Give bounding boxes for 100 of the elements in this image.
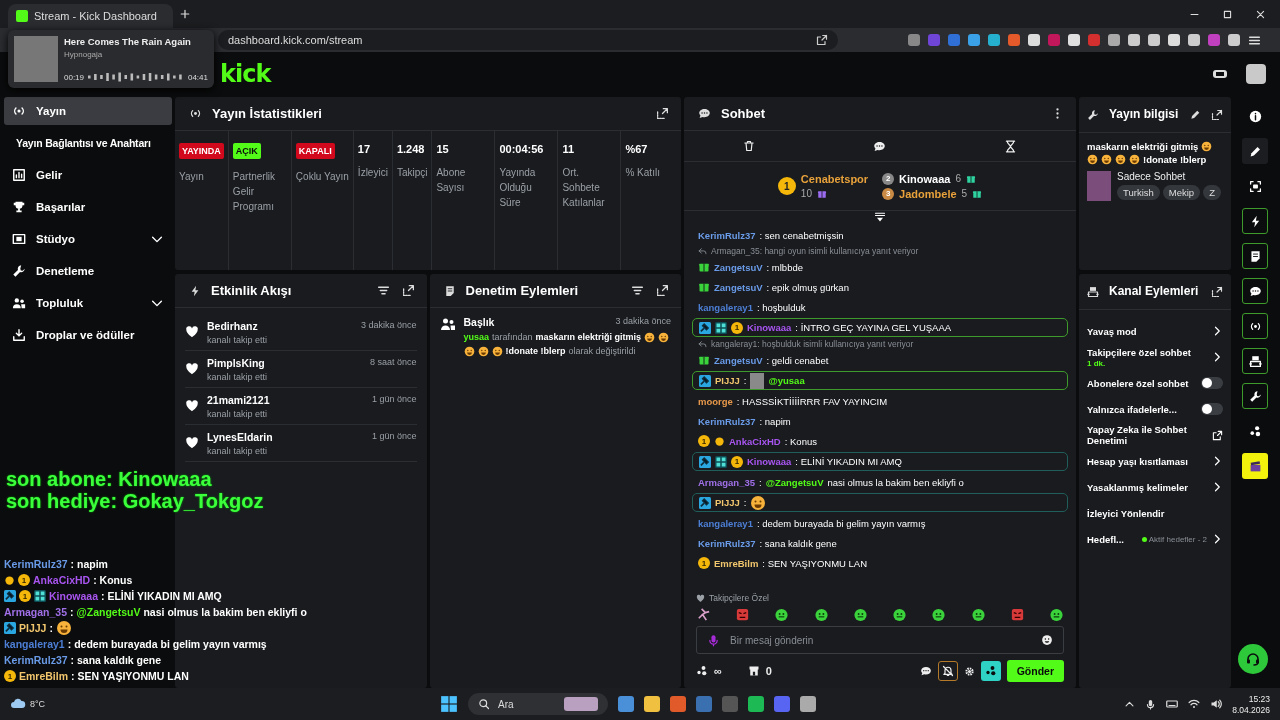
extension-icon[interactable] bbox=[1148, 34, 1160, 46]
rail-button[interactable] bbox=[1242, 383, 1268, 409]
extension-icon[interactable] bbox=[1228, 34, 1240, 46]
chat-username[interactable]: KerimRulz37 bbox=[4, 654, 68, 666]
rail-button[interactable] bbox=[1242, 243, 1268, 269]
channel-action[interactable]: Yavaş mod bbox=[1087, 318, 1223, 344]
sidebar-item[interactable]: Gelir bbox=[4, 161, 172, 189]
emote-icon[interactable] bbox=[1048, 607, 1064, 622]
chat-username[interactable]: KerimRulz37 bbox=[698, 229, 756, 241]
chat-username[interactable]: kangaleray1 bbox=[4, 638, 65, 650]
chat-username[interactable]: KerimRulz37 bbox=[698, 415, 756, 427]
rail-button[interactable] bbox=[1242, 208, 1268, 234]
user-avatar[interactable] bbox=[1246, 63, 1266, 84]
chat-username[interactable]: Armagan_35 bbox=[698, 476, 756, 488]
filter-icon[interactable] bbox=[631, 284, 644, 297]
chat-username[interactable]: kangaleray1 bbox=[698, 301, 753, 313]
emote-icon[interactable] bbox=[931, 607, 947, 622]
sidebar-item[interactable]: Droplar ve ödüller bbox=[4, 321, 172, 349]
sidebar-item[interactable]: Topluluk bbox=[4, 289, 172, 317]
extension-icon[interactable] bbox=[1068, 34, 1080, 46]
keyboard-icon[interactable] bbox=[1166, 698, 1179, 710]
new-tab-icon[interactable] bbox=[179, 8, 191, 20]
emote-icon[interactable] bbox=[696, 607, 711, 622]
channel-action[interactable]: Hedefl... Aktif hedefler - 2 bbox=[1087, 526, 1223, 552]
emote-icon[interactable] bbox=[1009, 607, 1025, 622]
expand-icon[interactable] bbox=[1211, 108, 1223, 121]
rail-button[interactable] bbox=[1242, 453, 1268, 479]
sidebar-item[interactable]: Stüdyo bbox=[4, 225, 172, 253]
chat-username[interactable]: moorge bbox=[698, 395, 733, 407]
expand-icon[interactable] bbox=[1211, 285, 1223, 298]
chat-username[interactable]: AnkaCixHD bbox=[729, 435, 781, 447]
extension-icon[interactable] bbox=[1128, 34, 1140, 46]
emote-icon[interactable] bbox=[735, 607, 751, 622]
wifi-icon[interactable] bbox=[1188, 698, 1201, 710]
settings-icon[interactable] bbox=[963, 665, 975, 677]
expand-icon[interactable] bbox=[401, 284, 415, 297]
chat-username[interactable]: Kinowaaa bbox=[49, 590, 98, 602]
taskbar-search[interactable]: Ara bbox=[468, 693, 608, 715]
category-name[interactable]: Sadece Sohbet bbox=[1117, 171, 1221, 182]
extension-icon[interactable] bbox=[1188, 34, 1200, 46]
trash-icon[interactable] bbox=[743, 140, 755, 152]
scroll-down-icon[interactable] bbox=[874, 211, 886, 223]
filter-icon[interactable] bbox=[376, 284, 390, 297]
microphone-icon[interactable] bbox=[1145, 698, 1157, 710]
message-input[interactable]: Bir mesaj gönderin bbox=[730, 632, 1031, 648]
expand-icon[interactable] bbox=[656, 284, 669, 297]
channel-action[interactable]: Takipçilere özel sohbet 1 dk. bbox=[1087, 344, 1223, 370]
emote-icon[interactable] bbox=[774, 607, 790, 622]
browser-tab[interactable]: Stream - Kick Dashboard bbox=[8, 4, 173, 28]
chat-username[interactable]: PIJJJ bbox=[19, 622, 47, 634]
rail-button[interactable] bbox=[1242, 348, 1268, 374]
toggle-switch[interactable] bbox=[1201, 377, 1223, 389]
emote-button[interactable] bbox=[980, 661, 1001, 681]
rail-button[interactable] bbox=[1242, 313, 1268, 339]
chat-username[interactable]: KerimRulz37 bbox=[4, 558, 68, 570]
extension-icon[interactable] bbox=[968, 34, 980, 46]
chat-username[interactable]: Kinowaaa bbox=[747, 322, 792, 333]
user-mention[interactable]: @yusaa bbox=[768, 375, 805, 386]
username-link[interactable]: yusaa bbox=[463, 331, 490, 343]
start-icon[interactable] bbox=[440, 695, 458, 713]
sidebar-item[interactable]: Yayın bbox=[4, 97, 172, 125]
pencil-icon[interactable] bbox=[1190, 109, 1201, 120]
chat-username[interactable]: ZangetsuV bbox=[714, 281, 763, 293]
sidebar-item[interactable]: Yayın Bağlantısı ve Anahtarı bbox=[4, 129, 172, 157]
volume-icon[interactable] bbox=[1210, 698, 1223, 710]
chat-icon[interactable] bbox=[873, 139, 886, 153]
tag-chip[interactable]: Turkish bbox=[1117, 185, 1160, 200]
user-mention[interactable]: @ZangetsuV bbox=[765, 476, 824, 488]
maximize-icon[interactable] bbox=[1222, 8, 1233, 20]
notifications-off-button[interactable] bbox=[937, 661, 958, 681]
channel-action[interactable]: Hesap yaşı kısıtlaması bbox=[1087, 448, 1223, 474]
send-button[interactable]: Gönder bbox=[1006, 660, 1064, 682]
taskbar-clock[interactable]: 15:23 8.04.2026 bbox=[1232, 693, 1270, 715]
hourglass-icon[interactable] bbox=[1004, 139, 1017, 153]
channel-action[interactable]: Yasaklanmış kelimeler bbox=[1087, 474, 1223, 500]
address-bar[interactable]: dashboard.kick.com/stream bbox=[218, 30, 838, 50]
extension-icon[interactable] bbox=[1008, 34, 1020, 46]
chat-username[interactable]: PIJJJ bbox=[715, 497, 740, 508]
tag-chip[interactable]: Z bbox=[1203, 185, 1221, 200]
extension-icon[interactable] bbox=[1108, 34, 1120, 46]
chat-username[interactable]: ZangetsuV bbox=[714, 261, 763, 273]
rail-button[interactable] bbox=[1242, 278, 1268, 304]
toggle-switch[interactable] bbox=[1201, 403, 1223, 415]
chat-username[interactable]: KerimRulz37 bbox=[698, 537, 756, 549]
chat-username[interactable]: EmreBilm bbox=[19, 670, 69, 682]
chat-username[interactable]: kangaleray1 bbox=[698, 517, 753, 529]
message-field[interactable]: Bir mesaj gönderin bbox=[696, 626, 1064, 654]
channel-action[interactable]: Abonelere özel sohbet bbox=[1087, 370, 1223, 396]
share-icon[interactable] bbox=[816, 34, 828, 46]
chat-username[interactable]: AnkaCixHD bbox=[33, 574, 91, 586]
channel-action[interactable]: Yapay Zeka ile Sohbet Denetimi bbox=[1087, 422, 1223, 448]
chat-icon[interactable] bbox=[919, 665, 932, 677]
kick-logo[interactable]: kick bbox=[220, 59, 271, 88]
sidebar-item[interactable]: Başarılar bbox=[4, 193, 172, 221]
user-mention[interactable]: @ZangetsuV bbox=[76, 606, 141, 618]
expand-icon[interactable] bbox=[656, 107, 669, 120]
chat-username[interactable]: EmreBilm bbox=[714, 557, 759, 569]
emote-icon[interactable] bbox=[852, 607, 868, 622]
extension-icon[interactable] bbox=[908, 34, 920, 46]
support-button[interactable] bbox=[1238, 644, 1268, 674]
